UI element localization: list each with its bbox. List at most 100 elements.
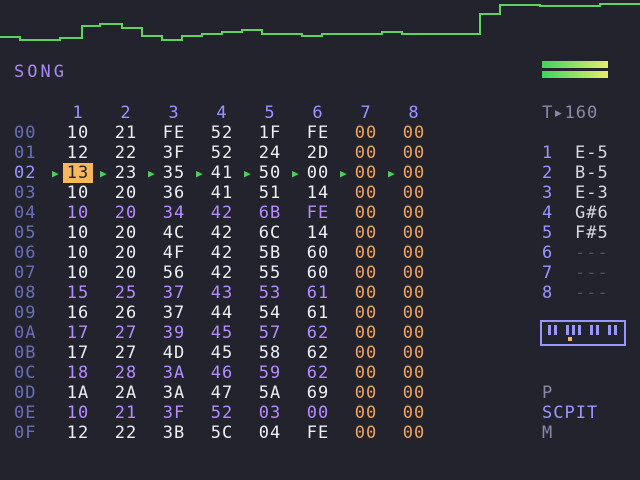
chain-cell[interactable]: 61 — [303, 303, 333, 323]
chain-cell[interactable]: 24 — [255, 143, 285, 163]
chain-cell[interactable]: 52 — [207, 143, 237, 163]
chain-cell[interactable]: 00 — [399, 123, 429, 143]
chain-cell[interactable]: 50 — [255, 163, 285, 183]
chain-cell[interactable]: 41 — [207, 183, 237, 203]
chain-cell[interactable]: 10 — [63, 403, 93, 423]
chain-cell[interactable]: 5B — [255, 243, 285, 263]
chain-cell[interactable]: 00 — [303, 403, 333, 423]
chain-cell[interactable]: 62 — [303, 323, 333, 343]
chain-cell[interactable]: 20 — [111, 263, 141, 283]
chain-cell[interactable]: 10 — [63, 223, 93, 243]
chain-cell[interactable]: 00 — [399, 243, 429, 263]
chain-cell[interactable]: 45 — [207, 323, 237, 343]
chain-cell[interactable]: 6C — [255, 223, 285, 243]
chain-cell[interactable]: 00 — [399, 163, 429, 183]
chain-cell[interactable]: 20 — [111, 243, 141, 263]
chain-cell[interactable]: 69 — [303, 383, 333, 403]
chain-cell[interactable]: 43 — [207, 283, 237, 303]
chain-cell[interactable]: 00 — [399, 183, 429, 203]
chain-cell[interactable]: 54 — [255, 303, 285, 323]
chain-cell[interactable]: 45 — [207, 343, 237, 363]
chain-cell[interactable]: 00 — [399, 263, 429, 283]
chain-cell[interactable]: 00 — [399, 363, 429, 383]
chain-cell[interactable]: 57 — [255, 323, 285, 343]
chain-cell[interactable]: 3A — [159, 363, 189, 383]
chain-cell[interactable]: 00 — [399, 403, 429, 423]
chain-cell[interactable]: 04 — [255, 423, 285, 443]
chain-cell[interactable]: FE — [303, 203, 333, 223]
chain-cell[interactable]: FE — [303, 123, 333, 143]
chain-cell[interactable]: 55 — [255, 263, 285, 283]
tempo-display[interactable]: T▸160 — [542, 103, 598, 123]
chain-cell[interactable]: 00 — [351, 383, 381, 403]
chain-cell[interactable]: 00 — [399, 203, 429, 223]
chain-cell[interactable]: 62 — [303, 343, 333, 363]
chain-cell[interactable]: 20 — [111, 203, 141, 223]
chain-cell[interactable]: 00 — [351, 303, 381, 323]
chain-cell[interactable]: 26 — [111, 303, 141, 323]
chain-cell[interactable]: 3F — [159, 403, 189, 423]
chain-cell[interactable]: 2A — [111, 383, 141, 403]
chain-cell[interactable]: 25 — [111, 283, 141, 303]
chain-cell[interactable]: 1A — [63, 383, 93, 403]
chain-cell[interactable]: 00 — [399, 143, 429, 163]
chain-cell[interactable]: 00 — [399, 343, 429, 363]
selected-chain-cell[interactable]: 13 — [63, 163, 93, 183]
chain-cell[interactable]: 5C — [207, 423, 237, 443]
chain-cell[interactable]: 34 — [159, 203, 189, 223]
chain-cell[interactable]: 00 — [399, 423, 429, 443]
chain-cell[interactable]: 00 — [399, 283, 429, 303]
chain-cell[interactable]: 00 — [351, 403, 381, 423]
chain-cell[interactable]: 27 — [111, 343, 141, 363]
chain-cell[interactable]: 21 — [111, 403, 141, 423]
chain-cell[interactable]: 00 — [351, 223, 381, 243]
chain-cell[interactable]: 10 — [63, 183, 93, 203]
chain-cell[interactable]: 4F — [159, 243, 189, 263]
chain-cell[interactable]: 00 — [351, 243, 381, 263]
chain-cell[interactable]: 00 — [399, 223, 429, 243]
chain-cell[interactable]: 00 — [399, 323, 429, 343]
chain-cell[interactable]: 46 — [207, 363, 237, 383]
chain-cell[interactable]: 23 — [111, 163, 141, 183]
chain-cell[interactable]: 52 — [207, 123, 237, 143]
chain-cell[interactable]: FE — [303, 423, 333, 443]
chain-cell[interactable]: 3B — [159, 423, 189, 443]
chain-cell[interactable]: 12 — [63, 143, 93, 163]
chain-cell[interactable]: 14 — [303, 183, 333, 203]
chain-cell[interactable]: 00 — [351, 423, 381, 443]
chain-cell[interactable]: 3F — [159, 143, 189, 163]
chain-cell[interactable]: 42 — [207, 203, 237, 223]
chain-cell[interactable]: 00 — [399, 303, 429, 323]
chain-cell[interactable]: 56 — [159, 263, 189, 283]
chain-cell[interactable]: 00 — [351, 123, 381, 143]
chain-cell[interactable]: 03 — [255, 403, 285, 423]
chain-cell[interactable]: 18 — [63, 363, 93, 383]
chain-cell[interactable]: 44 — [207, 303, 237, 323]
chain-cell[interactable]: 62 — [303, 363, 333, 383]
chain-cell[interactable]: 6B — [255, 203, 285, 223]
chain-cell[interactable]: 00 — [351, 363, 381, 383]
chain-cell[interactable]: 41 — [207, 163, 237, 183]
chain-cell[interactable]: 42 — [207, 243, 237, 263]
chain-cell[interactable]: 10 — [63, 203, 93, 223]
chain-cell[interactable]: 22 — [111, 423, 141, 443]
chain-cell[interactable]: 22 — [111, 143, 141, 163]
chain-cell[interactable]: 60 — [303, 263, 333, 283]
chain-cell[interactable]: 61 — [303, 283, 333, 303]
chain-cell[interactable]: 36 — [159, 183, 189, 203]
chain-cell[interactable]: 37 — [159, 283, 189, 303]
chain-cell[interactable]: 53 — [255, 283, 285, 303]
chain-cell[interactable]: 2D — [303, 143, 333, 163]
chain-cell[interactable]: 58 — [255, 343, 285, 363]
chain-cell[interactable]: 16 — [63, 303, 93, 323]
chain-cell[interactable]: 4C — [159, 223, 189, 243]
chain-cell[interactable]: 15 — [63, 283, 93, 303]
chain-cell[interactable]: 17 — [63, 323, 93, 343]
chain-cell[interactable]: 00 — [399, 383, 429, 403]
chain-cell[interactable]: 14 — [303, 223, 333, 243]
chain-cell[interactable]: 3A — [159, 383, 189, 403]
chain-cell[interactable]: 59 — [255, 363, 285, 383]
chain-cell[interactable]: 00 — [303, 163, 333, 183]
chain-cell[interactable]: FE — [159, 123, 189, 143]
chain-cell[interactable]: 10 — [63, 243, 93, 263]
